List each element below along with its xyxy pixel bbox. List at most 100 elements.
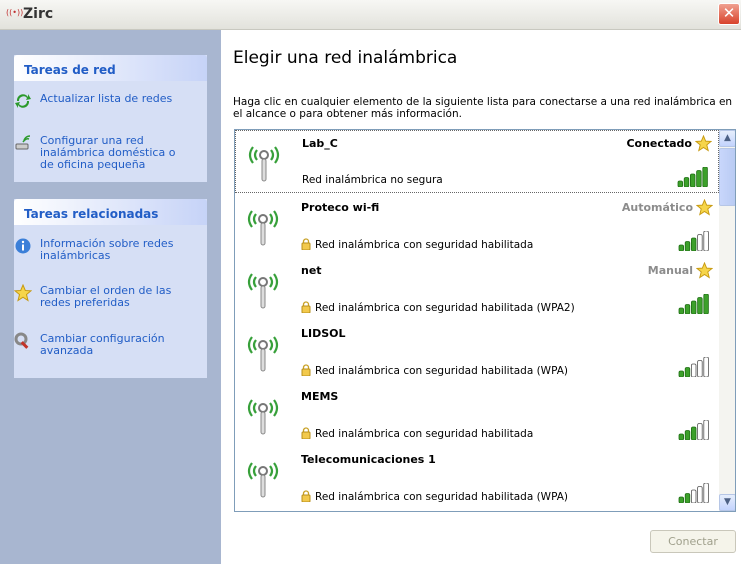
signal-bar <box>684 304 691 314</box>
signal-bar <box>697 360 703 377</box>
signal-bar <box>691 426 697 440</box>
signal-bar <box>703 357 709 377</box>
network-name: MEMS <box>301 390 339 403</box>
signal-bar <box>691 363 697 377</box>
network-row[interactable]: net Red inalámbrica con seguridad habilit… <box>235 258 719 321</box>
task-label: Cambiar el orden de las redes preferidas <box>40 284 172 309</box>
network-name: Lab_C <box>302 137 338 150</box>
lock-icon <box>301 301 311 313</box>
signal-bar <box>691 300 697 314</box>
signal-bar <box>697 486 703 503</box>
task-label: Configurar una red inalámbrica doméstica… <box>40 134 176 171</box>
signal-strength-icon <box>678 483 709 503</box>
network-name: Proteco wi-fi <box>301 201 380 214</box>
signal-bar <box>677 180 683 187</box>
title-bar: ((•)) Zirc ✕ <box>0 0 741 30</box>
signal-bar <box>690 173 696 187</box>
antenna-icon <box>247 399 279 435</box>
signal-bar <box>678 307 684 314</box>
network-row[interactable]: Telecomunicaciones 1 Red inalámbrica con … <box>235 447 719 510</box>
signal-bar <box>702 167 708 187</box>
chevron-up-icon: ▲ <box>724 133 731 143</box>
network-row[interactable]: Proteco wi-fi Red inalámbrica con segurid… <box>235 195 719 258</box>
network-security-label: Red inalámbrica no segura <box>302 174 443 186</box>
window-title: Zirc <box>23 6 54 22</box>
signal-bar <box>678 244 684 251</box>
connect-button[interactable]: Conectar <box>650 530 736 553</box>
chevron-down-icon: ▼ <box>724 497 731 507</box>
security-text: Red inalámbrica con seguridad habilitada… <box>315 302 575 314</box>
signal-strength-icon <box>677 167 708 187</box>
settings-icon <box>14 332 29 349</box>
network-security-label: Red inalámbrica con seguridad habilitada… <box>301 301 575 314</box>
scroll-up-button[interactable]: ▲ <box>719 130 735 147</box>
info-icon <box>15 238 31 254</box>
lock-icon <box>301 427 311 439</box>
security-text: Red inalámbrica con seguridad habilitada… <box>315 365 569 377</box>
security-text: Red inalámbrica con seguridad habilitada <box>315 239 534 251</box>
signal-bar <box>678 496 684 503</box>
signal-strength-icon <box>678 420 709 440</box>
network-row[interactable]: LIDSOL Red inalámbrica con seguridad habi… <box>235 321 719 384</box>
signal-bar <box>691 237 697 251</box>
signal-bar <box>678 370 684 377</box>
wireless-setup-icon <box>15 135 31 150</box>
instructions-text: Haga clic en cualquier elemento de la si… <box>233 96 733 120</box>
close-button[interactable]: ✕ <box>718 3 740 25</box>
refresh-icon <box>15 94 31 108</box>
scroll-down-button[interactable]: ▼ <box>719 494 735 511</box>
antenna-icon <box>248 146 280 182</box>
signal-bar <box>684 241 691 251</box>
signal-bar <box>684 367 691 377</box>
connection-status: Automático <box>621 201 693 214</box>
scroll-thumb[interactable] <box>719 148 735 206</box>
lock-icon <box>301 490 311 502</box>
network-row[interactable]: MEMS Red inalámbrica con seguridad habili… <box>235 384 719 447</box>
signal-bar <box>696 170 702 187</box>
close-icon: ✕ <box>722 4 736 22</box>
task-label: Actualizar lista de redes <box>40 92 173 105</box>
security-text: Red inalámbrica no segura <box>302 174 443 186</box>
related-tasks-header: Tareas relacionadas <box>14 199 207 225</box>
signal-bar <box>684 430 691 440</box>
scrollbar[interactable]: ▲ ▼ <box>719 130 735 511</box>
signal-bar <box>703 483 709 503</box>
network-security-label: Red inalámbrica con seguridad habilitada… <box>301 364 568 377</box>
antenna-icon <box>247 462 279 498</box>
signal-bar <box>703 294 709 314</box>
antenna-icon <box>247 273 279 309</box>
network-security-label: Red inalámbrica con seguridad habilitada… <box>301 490 568 503</box>
antenna-icon <box>247 336 279 372</box>
wireless-icon: ((•)) <box>6 8 24 17</box>
signal-bar <box>684 493 691 503</box>
network-name: Telecomunicaciones 1 <box>301 453 436 466</box>
signal-bar <box>703 231 709 251</box>
network-name: LIDSOL <box>301 327 346 340</box>
signal-bar <box>678 433 684 440</box>
signal-bar <box>703 420 709 440</box>
signal-bar <box>697 297 703 314</box>
preferred-star-icon <box>695 135 712 152</box>
connection-status: Conectado <box>626 137 692 150</box>
security-text: Red inalámbrica con seguridad habilitada <box>315 428 534 440</box>
network-tasks-header: Tareas de red <box>14 55 207 81</box>
network-security-label: Red inalámbrica con seguridad habilitada <box>301 427 533 440</box>
signal-bar <box>683 177 690 187</box>
security-text: Red inalámbrica con seguridad habilitada… <box>315 491 569 503</box>
task-label: Información sobre redes inalámbricas <box>40 237 174 262</box>
network-row[interactable]: Lab_C Red inalámbrica no segura Conectado <box>235 130 719 193</box>
network-list[interactable]: Lab_C Red inalámbrica no segura Conectado P… <box>234 129 736 512</box>
star-icon <box>14 284 32 302</box>
signal-bar <box>697 234 703 251</box>
signal-strength-icon <box>678 294 709 314</box>
network-name: net <box>301 264 322 277</box>
antenna-icon <box>247 210 279 246</box>
preferred-star-icon <box>696 199 713 216</box>
lock-icon <box>301 238 311 250</box>
network-security-label: Red inalámbrica con seguridad habilitada <box>301 238 533 251</box>
page-title: Elegir una red inalámbrica <box>233 48 458 68</box>
signal-strength-icon <box>678 231 709 251</box>
lock-icon <box>301 364 311 376</box>
preferred-star-icon <box>696 262 713 279</box>
signal-bar <box>697 423 703 440</box>
